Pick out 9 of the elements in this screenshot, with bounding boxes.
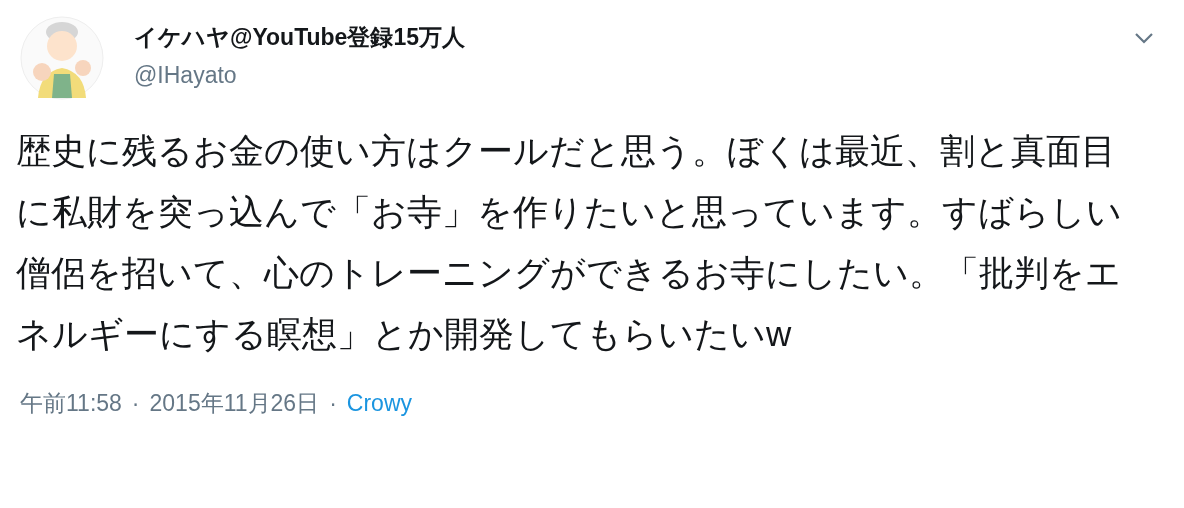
tweet-text: 歴史に残るお金の使い方はクールだと思う。ぼくは最近、割と真面目に私財を突っ込んで「お寺」を作りたいと思っています。すばらしい僧侶を招いて、心のトレーニングができるお寺にしたい。「批判をエネルギーにする瞑想」とか開発してもらいたいw [16,130,1123,355]
user-handle[interactable]: @IHayato [134,60,465,90]
separator-dot: · [131,389,140,418]
separator-dot: · [329,389,337,418]
tweet-date[interactable]: 2015年11月26日 [149,386,320,421]
display-name[interactable]: イケハヤ@YouTube登録15万人 [134,22,465,52]
tweet-time[interactable]: 午前11:58 [20,386,122,421]
chevron-down-icon[interactable] [1134,32,1154,44]
source-link[interactable]: Crowy [346,386,412,421]
